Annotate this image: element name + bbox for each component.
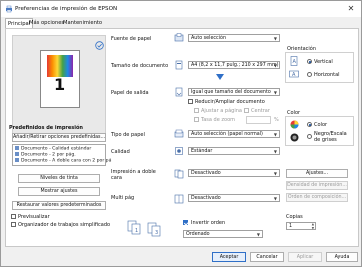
reverse-order-label: Invertir orden	[191, 220, 226, 226]
preview-checkbox[interactable]	[11, 214, 16, 219]
paper-type-icon	[174, 129, 184, 138]
portrait-label: Vertical	[314, 59, 333, 65]
main-panel: 1 Predefinidos de impresión Añadir/Retir…	[5, 28, 359, 247]
preview-label: Previsualizar	[18, 214, 50, 220]
window-title: Preferencias de impresión de EPSON	[15, 6, 118, 12]
output-paper-label: Papel de salida	[111, 90, 149, 96]
duplex-select[interactable]: Desactivado ▼	[188, 169, 280, 177]
chevron-down-icon: ▼	[273, 171, 277, 176]
ink-levels-button[interactable]: Niveles de tinta	[18, 174, 100, 183]
ok-button[interactable]: Aceptar	[212, 252, 246, 262]
title-bar: Preferencias de impresión de EPSON ✕	[1, 1, 361, 17]
copies-input[interactable]: 1 ▲ ▼	[286, 222, 316, 230]
chevron-down-icon: ▼	[256, 232, 260, 237]
paper-type-label: Tipo de papel	[111, 132, 145, 138]
color-radio[interactable]	[307, 122, 312, 127]
presets-heading: Predefinidos de impresión	[9, 125, 83, 131]
chevron-down-icon: ▼	[273, 196, 277, 201]
color-bars-graphic	[47, 55, 73, 77]
color-swatch-icon	[290, 120, 299, 129]
close-icon[interactable]: ✕	[346, 4, 356, 14]
grayscale-swatch-icon	[290, 133, 299, 142]
center-checkbox[interactable]	[244, 108, 249, 113]
reduce-enlarge-label: Reducir/Ampliar documento	[195, 99, 265, 105]
document-size-icon	[175, 60, 183, 70]
chevron-down-icon: ▼	[273, 90, 277, 95]
preview-status-icon	[95, 41, 104, 50]
job-arranger-label: Organizador de trabajos simplificado	[18, 222, 111, 228]
color-label: Color	[314, 122, 328, 128]
landscape-label: Horizontal	[314, 72, 340, 78]
center-label: Centrar	[251, 108, 270, 114]
fit-page-label: Ajustar a página	[201, 108, 242, 114]
grayscale-label: Negro/Escala de grises	[314, 131, 347, 143]
fit-page-checkbox[interactable]	[194, 108, 199, 113]
document-size-select[interactable]: A4 (8,2 x 11,7 pulg.; 210 x 297 mm) ▼	[188, 61, 280, 69]
zoom-rate-label: Tasa de zoom	[201, 117, 236, 123]
reset-defaults-button[interactable]: Restaurar valores predeterminados	[12, 201, 106, 210]
svg-text:3: 3	[155, 230, 158, 236]
collate-select[interactable]: Ordenado ▼	[183, 230, 263, 238]
zoom-rate-unit: %	[274, 117, 279, 123]
multi-page-select[interactable]: Desactivado ▼	[188, 194, 280, 202]
quality-select[interactable]: Estándar ▼	[188, 147, 280, 155]
chevron-down-icon: ▼	[273, 63, 277, 68]
chevron-down-icon: ▼	[273, 149, 277, 154]
paper-source-label: Fuente de papel	[111, 36, 152, 42]
grayscale-radio[interactable]	[307, 134, 312, 139]
spinner-arrows-icon[interactable]: ▲ ▼	[312, 222, 314, 230]
paper-source-select[interactable]: Auto selección ▼	[188, 34, 280, 42]
duplex-label: Impresión a doble cara	[111, 169, 156, 181]
add-remove-presets-button[interactable]: Añadir/Retirar opciones predefinidas...	[12, 133, 106, 142]
preview-paper: 1	[40, 50, 80, 108]
color-group: Color Negro/Escala de grises	[285, 116, 354, 146]
cancel-button[interactable]: Cancelar	[250, 252, 284, 262]
multi-page-label: Multi pág	[111, 195, 135, 201]
chevron-down-icon: ▼	[273, 36, 277, 41]
duplex-icon	[174, 169, 184, 179]
svg-text:1: 1	[135, 228, 138, 234]
landscape-radio[interactable]	[307, 72, 312, 77]
page-order-icon: 1 3	[127, 220, 161, 237]
print-density-button[interactable]: Densidad de impresión...	[286, 181, 348, 190]
preset-item[interactable]: Documento - A doble cara con 2 por pá	[15, 158, 111, 164]
zoom-rate-checkbox[interactable]	[194, 117, 199, 122]
quality-label: Calidad	[111, 149, 130, 155]
svg-text:A: A	[293, 59, 297, 65]
duplex-settings-button[interactable]: Ajustes...	[286, 169, 348, 178]
paper-type-select[interactable]: Auto selección (papel normal) ▼	[188, 130, 280, 138]
arrow-down-icon	[216, 74, 224, 80]
output-paper-select[interactable]: Igual que tamaño del documento ▼	[188, 88, 280, 96]
multi-page-icon	[174, 194, 184, 204]
document-icon	[15, 146, 19, 150]
quality-icon	[175, 147, 183, 155]
reduce-enlarge-checkbox[interactable]	[188, 99, 193, 104]
document-icon	[15, 158, 19, 162]
show-settings-button[interactable]: Mostrar ajustes	[18, 187, 100, 196]
presets-list[interactable]: Documento - Calidad estándar Documento -…	[12, 144, 111, 166]
copies-label: Copias	[286, 214, 303, 220]
help-button[interactable]: Ayuda	[326, 252, 358, 262]
landscape-page-icon: A	[289, 70, 299, 78]
document-icon	[15, 152, 19, 156]
svg-text:A: A	[292, 72, 296, 78]
tab-maintenance[interactable]: Mantenimiento	[61, 18, 104, 28]
portrait-radio[interactable]	[307, 59, 312, 64]
orientation-group: A Vertical A Horizontal	[285, 52, 354, 83]
reverse-order-checkbox[interactable]	[183, 220, 188, 225]
printer-preferences-window: Preferencias de impresión de EPSON ✕ Pri…	[0, 0, 362, 267]
apply-button[interactable]: Aplicar	[288, 252, 322, 262]
chevron-down-icon: ▼	[273, 132, 277, 137]
binding-order-button[interactable]: Orden de composición...	[286, 193, 348, 202]
zoom-rate-input[interactable]	[246, 116, 271, 124]
output-paper-icon	[175, 87, 183, 97]
printer-app-icon	[6, 5, 12, 13]
job-arranger-checkbox[interactable]	[11, 222, 16, 227]
preview-page-number: 1	[54, 75, 66, 94]
portrait-page-icon: A	[290, 56, 298, 66]
paper-source-icon	[174, 33, 184, 42]
document-size-label: Tamaño de documento	[111, 63, 169, 69]
